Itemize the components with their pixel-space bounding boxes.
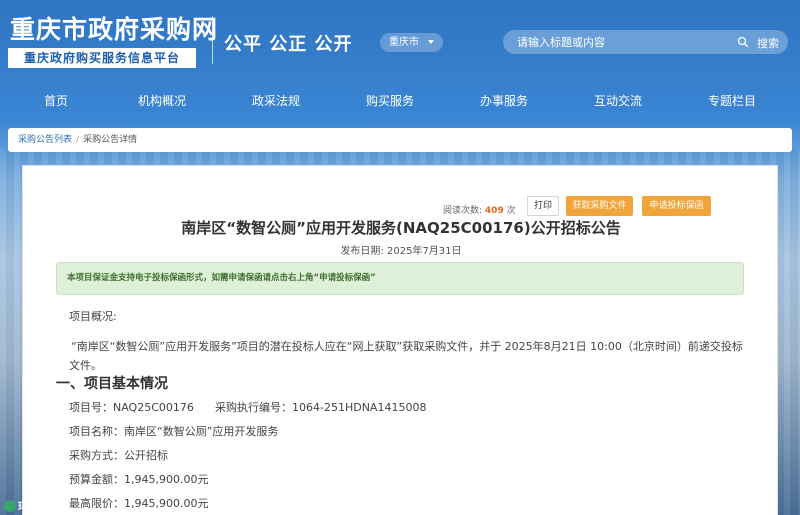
nav-item-home[interactable]: 首页 bbox=[44, 92, 68, 109]
nav-item-regulations[interactable]: 政采法规 bbox=[252, 92, 300, 109]
read-count-value: 409 bbox=[484, 206, 504, 216]
page-title: 南岸区“数智公厕”应用开发服务(NAQ25C00176)公开招标公告 bbox=[181, 219, 621, 237]
search-box: 搜索 bbox=[503, 30, 788, 54]
nav-item-purchase-services[interactable]: 购买服务 bbox=[366, 92, 414, 109]
watermark-text: 环卫科技网 bbox=[18, 502, 68, 513]
site-title[interactable]: 重庆市政府采购网 bbox=[10, 10, 218, 46]
breadcrumb-separator: / bbox=[76, 135, 80, 145]
breadcrumb-link-list[interactable]: 采购公告列表 bbox=[18, 135, 72, 145]
nav-item-special[interactable]: 专题栏目 bbox=[708, 92, 756, 109]
nav-item-interaction[interactable]: 互动交流 bbox=[594, 92, 642, 109]
search-icon[interactable] bbox=[737, 36, 749, 48]
search-input[interactable] bbox=[517, 35, 717, 49]
slogan: 公平 公正 公开 bbox=[224, 34, 353, 55]
nav-item-affairs[interactable]: 办事服务 bbox=[480, 92, 528, 109]
nav-item-about[interactable]: 机构概况 bbox=[138, 92, 186, 109]
project-no: 项目号：NAQ25C00176 bbox=[69, 401, 194, 414]
logo-divider bbox=[212, 16, 213, 64]
section-heading: 一、项目基本情况 bbox=[56, 376, 168, 392]
print-button[interactable]: 打印 bbox=[527, 196, 559, 216]
read-count-label: 阅读次数: bbox=[443, 206, 483, 216]
watermark-logo: 环卫科技网 bbox=[4, 498, 68, 515]
overview-text: “南岸区“数智公厕”应用开发服务”项目的潜在投标人应在“网上获取”获取采购文件，… bbox=[69, 340, 743, 372]
overview-label: 项目概况: bbox=[69, 310, 117, 323]
caret-down-icon bbox=[428, 40, 434, 44]
read-count-unit: 次 bbox=[506, 206, 516, 216]
search-button[interactable]: 搜索 bbox=[757, 35, 779, 51]
budget-amount: 预算金额：1,945,900.00元 bbox=[69, 473, 209, 486]
max-price: 最高限价：1,945,900.00元 bbox=[69, 497, 209, 510]
publish-date: 发布日期: 2025年7月31日 bbox=[23, 242, 779, 257]
site-subtitle[interactable]: 重庆政府购买服务信息平台 bbox=[8, 48, 196, 68]
breadcrumb-current: 采购公告详情 bbox=[83, 135, 138, 145]
announcement-card: 阅读次数: 409 次 打印 获取采购文件 申请投标保函 南岸区“数智公厕”应用… bbox=[22, 165, 778, 515]
region-label: 重庆市 bbox=[389, 37, 419, 48]
project-name: 项目名称：南岸区“数智公厕”应用开发服务 bbox=[69, 425, 279, 438]
get-docs-button[interactable]: 获取采购文件 bbox=[566, 196, 633, 216]
apply-guarantee-button[interactable]: 申请投标保函 bbox=[642, 196, 711, 216]
publish-date-label: 发布日期: bbox=[340, 246, 384, 257]
region-selector[interactable]: 重庆市 bbox=[380, 33, 443, 52]
watermark-icon bbox=[4, 500, 16, 512]
read-count: 阅读次数: 409 次 bbox=[443, 203, 516, 216]
publish-date-value: 2025年7月31日 bbox=[387, 246, 462, 257]
breadcrumb: 采购公告列表 / 采购公告详情 bbox=[8, 128, 792, 152]
exec-no: 采购执行编号：1064-251HDNA1415008 bbox=[215, 401, 427, 414]
main-nav: 首页 机构概况 政采法规 购买服务 办事服务 互动交流 专题栏目 bbox=[0, 88, 800, 114]
guarantee-notice: 本项目保证金支持电子投标保函形式，如需申请保函请点击右上角“申请投标保函” bbox=[56, 262, 744, 295]
procurement-method: 采购方式：公开招标 bbox=[69, 449, 168, 462]
site-header: 重庆市政府采购网 重庆政府购买服务信息平台 公平 公正 公开 重庆市 搜索 bbox=[0, 0, 800, 82]
